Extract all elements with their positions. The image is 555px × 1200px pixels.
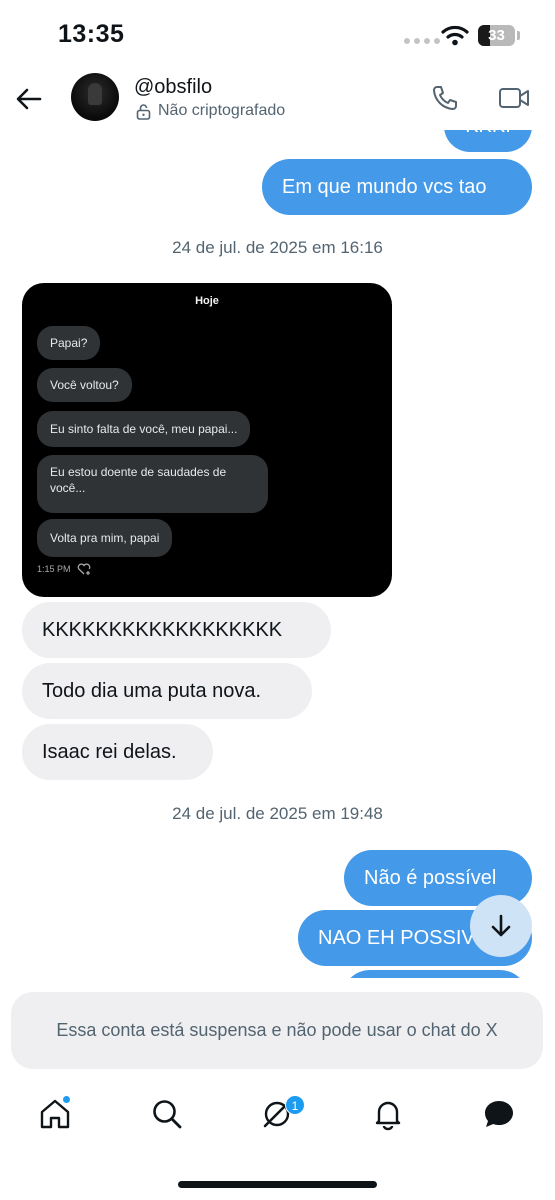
- bottom-navigation: 1: [0, 1085, 555, 1145]
- messages-icon[interactable]: [482, 1097, 516, 1131]
- phone-icon[interactable]: [431, 84, 459, 112]
- status-bar: 13:35 33: [0, 0, 555, 70]
- message-text: Todo dia uma puta nova.: [42, 680, 262, 702]
- message-bubble-outgoing[interactable]: Em que mundo vcs tao: [262, 159, 532, 215]
- encryption-label: Não criptografado: [158, 102, 286, 119]
- battery-level: 33: [488, 27, 505, 44]
- shared-image-time: 1:15 PM: [37, 564, 71, 574]
- message-list[interactable]: KKK! Em que mundo vcs tao 24 de jul. de …: [0, 130, 555, 978]
- message-bubble-outgoing[interactable]: [342, 970, 528, 978]
- message-text: KKK!: [465, 130, 511, 138]
- message-text: Não é possível: [364, 867, 497, 889]
- home-indicator[interactable]: [178, 1181, 377, 1188]
- grok-badge: 1: [285, 1095, 305, 1115]
- home-notification-dot: [62, 1095, 71, 1104]
- shared-image-bubble: Eu estou doente de saudades de você...: [37, 455, 268, 513]
- encryption-status: Não criptografado: [135, 102, 285, 120]
- unlocked-icon: [136, 103, 151, 120]
- battery-icon: 33: [478, 25, 515, 46]
- message-bubble-incoming[interactable]: Todo dia uma puta nova.: [22, 663, 312, 719]
- wifi-icon: [441, 25, 469, 46]
- shared-image-bubble: Eu sinto falta de você, meu papai...: [37, 411, 251, 447]
- date-separator: 24 de jul. de 2025 em 16:16: [172, 238, 383, 257]
- message-bubble-incoming[interactable]: KKKKKKKKKKKKKKKKKK: [22, 602, 331, 658]
- username[interactable]: @obsfilo: [134, 76, 212, 99]
- search-icon[interactable]: [150, 1097, 184, 1131]
- shared-image-timestamp: 1:15 PM: [37, 563, 91, 575]
- avatar[interactable]: [71, 73, 119, 121]
- scroll-to-bottom-button[interactable]: [470, 895, 532, 957]
- signal-icon: [404, 38, 440, 44]
- shared-image-bubble: Volta pra mim, papai: [37, 519, 173, 557]
- message-bubble-incoming[interactable]: Isaac rei delas.: [22, 724, 213, 780]
- add-reaction-icon: [77, 563, 90, 575]
- video-call-icon[interactable]: [498, 86, 530, 110]
- status-time: 13:35: [58, 20, 125, 48]
- back-arrow-icon[interactable]: [14, 84, 44, 114]
- message-text: Em que mundo vcs tao: [282, 176, 487, 198]
- shared-image-bubble: Papai?: [37, 326, 101, 360]
- message-bubble-outgoing[interactable]: KKK!: [444, 130, 532, 152]
- shared-image-header: Hoje: [195, 295, 219, 307]
- notifications-icon[interactable]: [371, 1097, 405, 1131]
- message-text: KKKKKKKKKKKKKKKKKK: [42, 619, 283, 641]
- date-separator: 24 de jul. de 2025 em 19:48: [172, 804, 383, 823]
- message-text: Isaac rei delas.: [42, 741, 177, 763]
- suspended-account-notice: Essa conta está suspensa e não pode usar…: [11, 992, 543, 1069]
- chat-header: @obsfilo Não criptografado: [0, 70, 555, 130]
- shared-image[interactable]: Hoje Papai? Você voltou? Eu sinto falta …: [22, 283, 392, 597]
- shared-image-bubble: Você voltou?: [37, 368, 132, 402]
- arrow-down-icon: [491, 914, 511, 937]
